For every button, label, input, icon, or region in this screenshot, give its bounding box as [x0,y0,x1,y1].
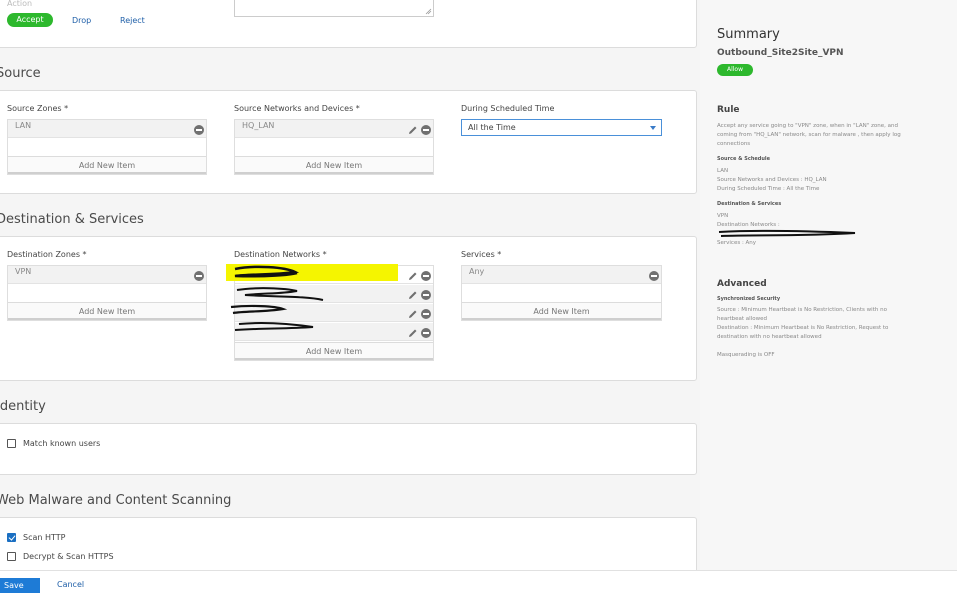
source-network-value: HQ_LAN [242,121,275,130]
destination-zones-label: Destination Zones * [7,250,87,259]
source-card: Source Zones * LAN Add New Item Source N… [0,90,697,194]
list-item: Any [462,266,661,284]
schedule-value: All the Time [468,123,516,132]
identity-section-title: Identity [0,399,46,414]
list-item [235,266,433,284]
sync-source-text: Source : Minimum Heartbeat is No Restric… [717,307,887,322]
add-destination-zone-button[interactable]: Add New Item [8,302,206,320]
rule-name: Outbound_Site2Site_VPN [717,48,844,58]
advanced-heading: Advanced [717,279,767,289]
add-source-network-button[interactable]: Add New Item [235,156,433,174]
match-known-users-checkbox[interactable] [7,439,16,448]
footer-bar: Save Cancel [0,570,957,593]
list-item [235,285,433,303]
source-section-title: Source [0,66,41,81]
drop-option[interactable]: Drop [72,16,91,25]
list-item [235,323,433,341]
destination-networks-field: Add New Item [234,265,434,361]
destination-zone-value: VPN [15,267,32,276]
scan-http-label: Scan HTTP [23,533,66,542]
source-line: During Scheduled Time : All the Time [717,186,820,192]
edit-icon[interactable] [407,327,419,339]
remove-icon[interactable] [194,271,204,281]
identity-card: Match known users [0,423,697,475]
masquerading-text: Masquerading is OFF [717,352,775,358]
action-card: Action Accept Drop Reject [0,0,697,48]
resize-handle-icon [425,8,432,15]
accept-option[interactable]: Accept [7,13,53,27]
save-button[interactable]: Save [0,578,40,593]
edit-icon[interactable] [407,270,419,282]
list-item: HQ_LAN [235,120,433,138]
cancel-button[interactable]: Cancel [57,580,84,589]
schedule-label: During Scheduled Time [461,104,555,113]
destination-networks-label: Destination Networks * [234,250,327,259]
services-field: Any Add New Item [461,265,662,321]
destination-zones-field: VPN Add New Item [7,265,207,321]
list-item [235,304,433,322]
summary-title: Summary [717,27,780,42]
destination-services-heading: Destination & Services [717,201,782,207]
add-destination-network-button[interactable]: Add New Item [235,342,433,360]
destination-card: Destination Zones * VPN Add New Item Des… [0,236,697,381]
list-item: LAN [8,120,206,138]
status-badge: Allow [717,64,753,76]
add-service-button[interactable]: Add New Item [462,302,661,320]
source-zones-label: Source Zones * [7,104,69,113]
remove-icon[interactable] [421,125,431,135]
match-known-users-label: Match known users [23,439,101,448]
scan-http-checkbox[interactable] [7,533,16,542]
sync-destination-text: Destination : Minimum Heartbeat is No Re… [717,325,889,340]
edit-icon[interactable] [407,289,419,301]
summary-panel: Summary Outbound_Site2Site_VPN Allow Rul… [700,0,957,570]
services-line: Services : Any [717,240,757,246]
services-label: Services * [461,250,502,259]
add-source-zone-button[interactable]: Add New Item [8,156,206,174]
remove-icon[interactable] [421,290,431,300]
decrypt-https-checkbox[interactable] [7,552,16,561]
schedule-select[interactable]: All the Time [461,119,662,136]
source-zone-value: LAN [15,121,32,130]
remove-icon[interactable] [421,309,431,319]
source-networks-label: Source Networks and Devices * [234,104,360,113]
decrypt-https-label: Decrypt & Scan HTTPS [23,552,114,561]
log-textarea[interactable] [234,0,434,17]
source-zones-field: LAN Add New Item [7,119,207,175]
source-schedule-heading: Source & Schedule [717,156,771,162]
source-line: LAN [717,168,729,174]
destination-section-title: Destination & Services [0,212,144,227]
web-section-title: Web Malware and Content Scanning [0,493,232,508]
remove-icon[interactable] [421,328,431,338]
sync-security-heading: Synchronized Security [717,296,781,302]
reject-option[interactable]: Reject [120,16,145,25]
remove-icon[interactable] [421,271,431,281]
list-item: VPN [8,266,206,284]
remove-icon[interactable] [194,125,204,135]
main-panel: Action Accept Drop Reject Source Source … [0,0,700,570]
edit-icon[interactable] [407,308,419,320]
edit-icon[interactable] [407,124,419,136]
rule-heading: Rule [717,105,740,115]
destination-line: VPN [717,213,729,219]
destination-line: Destination Networks : [717,222,780,228]
action-label: Action [7,0,33,8]
chevron-down-icon [650,126,656,130]
source-line: Source Networks and Devices : HQ_LAN [717,177,827,183]
rule-description: Accept any service going to "VPN" zone, … [717,123,901,147]
remove-icon[interactable] [649,271,659,281]
services-value: Any [469,267,485,276]
web-card: Scan HTTP Decrypt & Scan HTTPS [0,517,697,570]
source-networks-field: HQ_LAN Add New Item [234,119,434,175]
